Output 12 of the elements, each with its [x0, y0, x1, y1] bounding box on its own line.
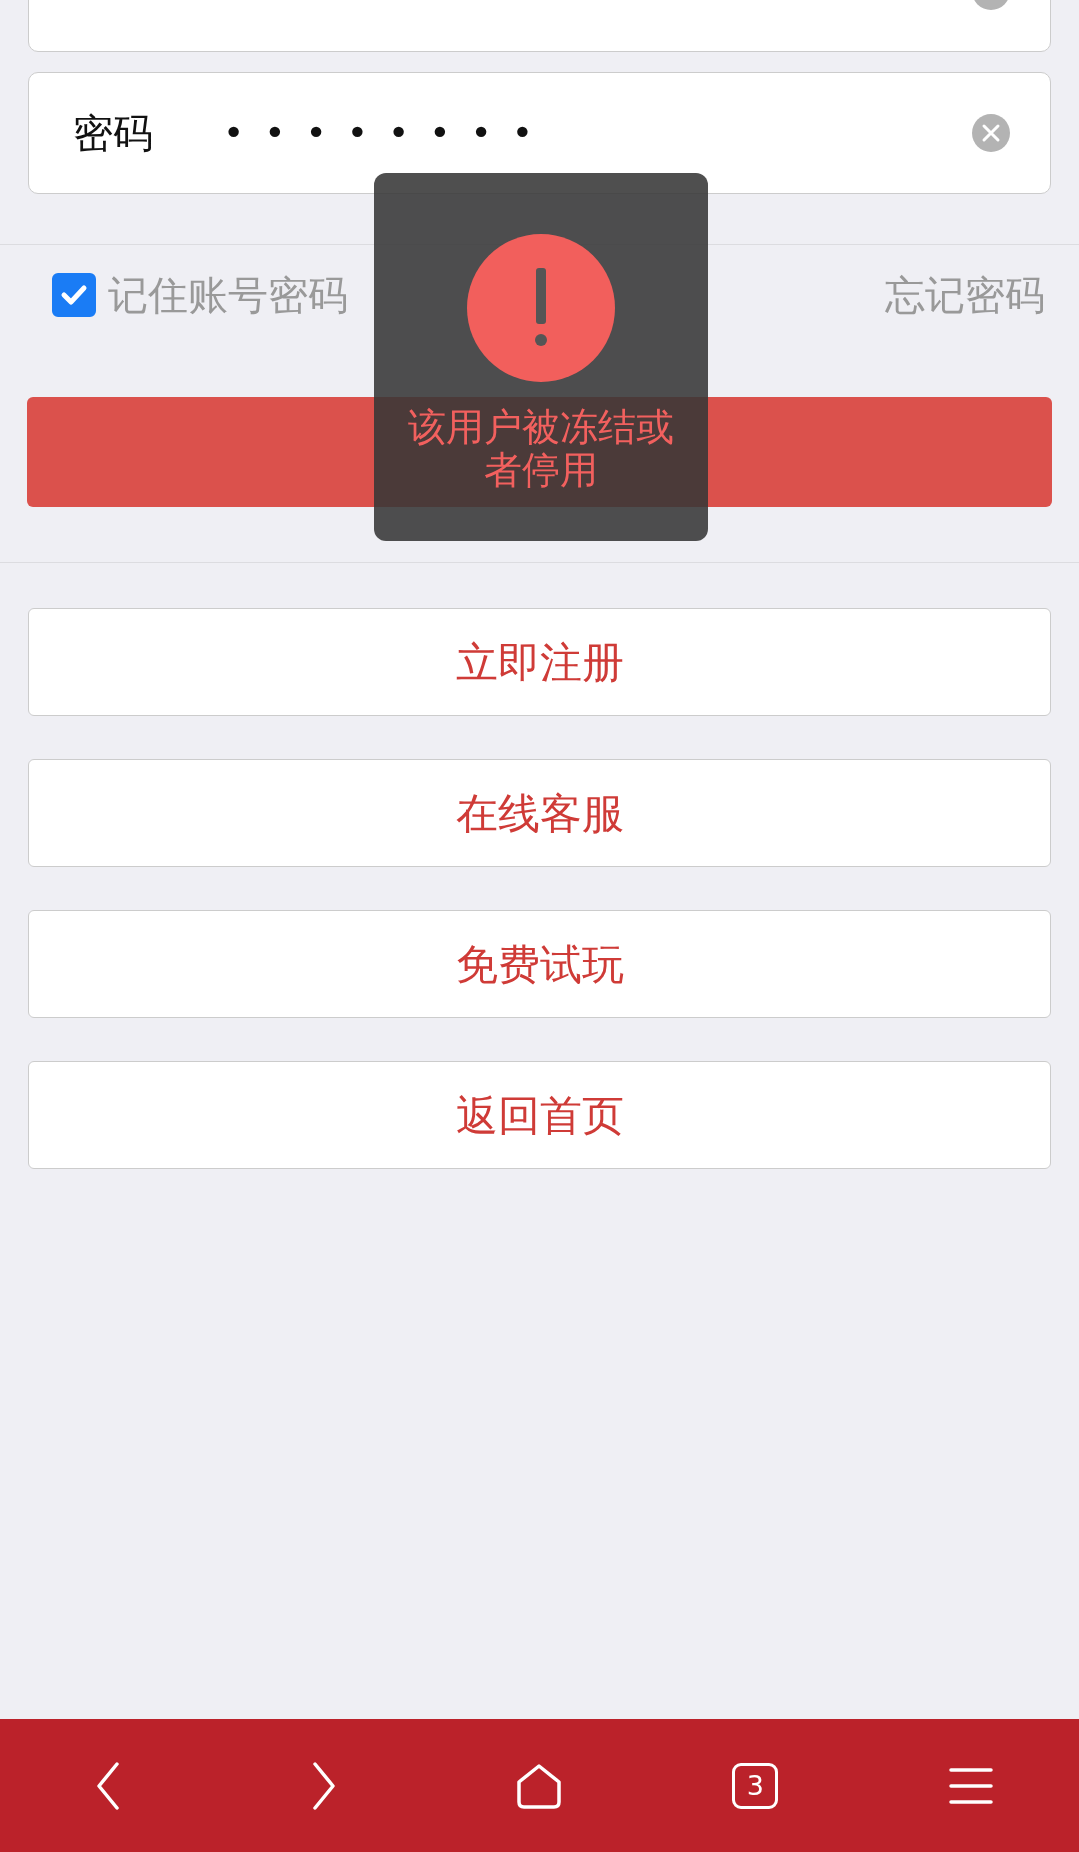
toast-message: 该用户被冻结或者停用	[407, 406, 675, 492]
masked-password: ••••••••	[223, 111, 554, 155]
menu-button[interactable]: 在线客服	[28, 759, 1051, 867]
password-field[interactable]: 密码 ••••••••	[28, 72, 1051, 194]
forgot-password-link[interactable]: 忘记密码	[885, 265, 1045, 325]
field-label: 密码	[73, 109, 154, 158]
checkbox-label: 记住账号密码	[108, 271, 348, 320]
menu-button[interactable]: 立即注册	[28, 608, 1051, 716]
menu-button[interactable]: 免费试玩	[28, 910, 1051, 1018]
menu-button[interactable]: 返回首页	[28, 1061, 1051, 1169]
alert-icon	[467, 234, 615, 382]
checkbox[interactable]	[52, 273, 96, 317]
